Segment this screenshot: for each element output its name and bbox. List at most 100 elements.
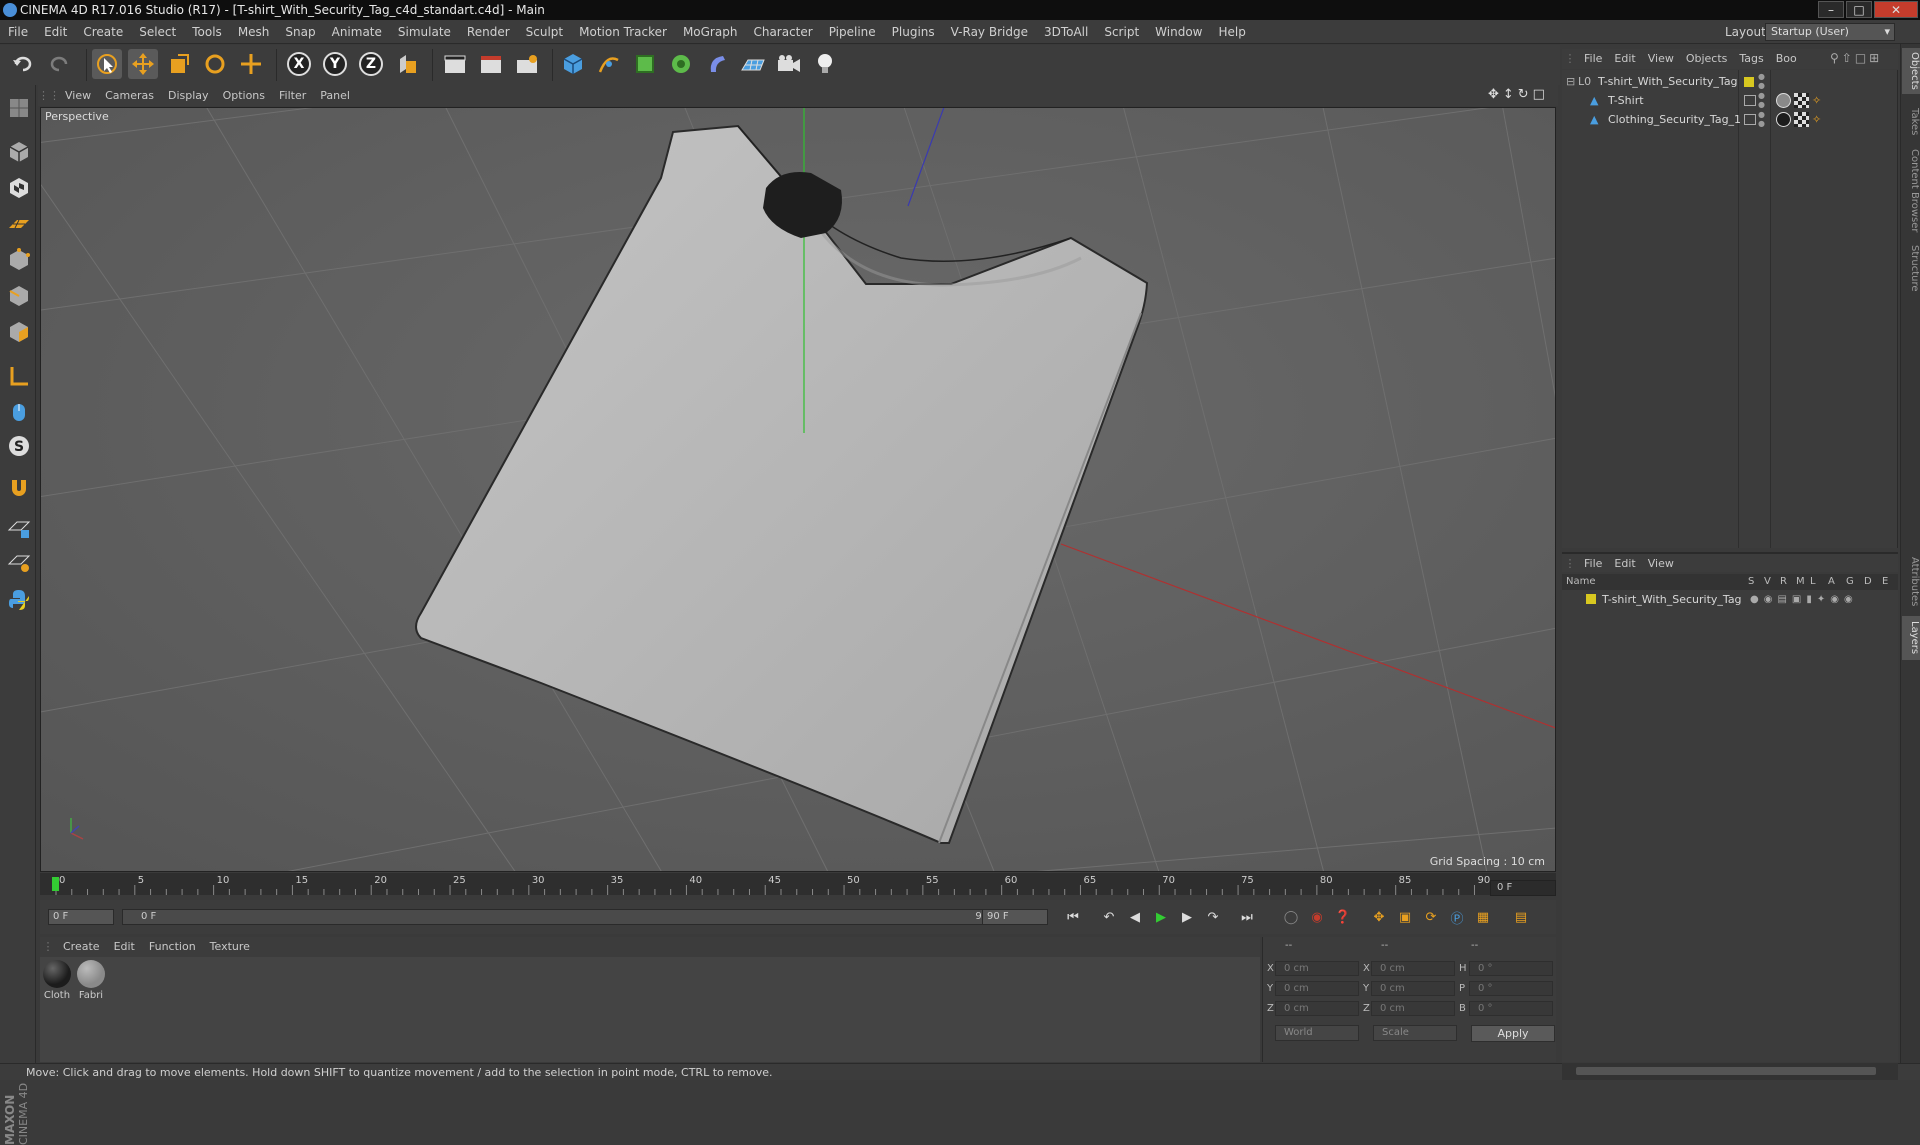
vp-menu-cameras[interactable]: Cameras — [98, 85, 161, 106]
go-to-start-button[interactable]: ⏮ — [1062, 906, 1084, 928]
mat-menu-function[interactable]: Function — [142, 937, 203, 957]
z-axis-lock[interactable]: Z — [356, 49, 386, 79]
close-button[interactable]: ✕ — [1874, 1, 1918, 18]
collapse-toggle-icon[interactable]: ⊟ — [1566, 72, 1575, 91]
scale-tool[interactable] — [164, 49, 194, 79]
snap-button[interactable] — [4, 473, 34, 503]
menu-mograph[interactable]: MoGraph — [675, 20, 746, 44]
tab-objects[interactable]: Objects — [1902, 48, 1920, 94]
menu-pipeline[interactable]: Pipeline — [821, 20, 884, 44]
python-button[interactable] — [4, 585, 34, 615]
go-to-previous-key-button[interactable]: ↶ — [1098, 906, 1120, 928]
vp-menu-view[interactable]: View — [58, 85, 98, 106]
phong-tag-icon[interactable]: ✧ — [1812, 91, 1821, 110]
rot-p-field[interactable]: 0 ° — [1469, 981, 1553, 996]
tab-structure[interactable]: Structure — [1902, 240, 1920, 296]
menu-select[interactable]: Select — [131, 20, 184, 44]
render-picture-viewer-button[interactable] — [476, 49, 506, 79]
tweak-mode-button[interactable] — [4, 397, 34, 427]
coordinate-system-button[interactable] — [392, 49, 422, 79]
timeline-playhead[interactable] — [52, 877, 59, 891]
scale-key-toggle[interactable]: ▣ — [1394, 906, 1416, 928]
render-view-button[interactable] — [440, 49, 470, 79]
menu-script[interactable]: Script — [1096, 20, 1147, 44]
om-menu-view[interactable]: View — [1642, 49, 1680, 69]
add-spline-button[interactable] — [594, 49, 624, 79]
position-key-toggle[interactable]: ✥ — [1368, 906, 1390, 928]
vp-menu-panel[interactable]: Panel — [313, 85, 357, 106]
timeline-layout-button[interactable]: ▤ — [1510, 906, 1532, 928]
menu-character[interactable]: Character — [745, 20, 820, 44]
material-tag-icon[interactable] — [1776, 112, 1791, 127]
layer-tag-icon[interactable] — [1744, 95, 1756, 106]
step-forward-button[interactable]: ▶ — [1176, 906, 1198, 928]
rot-b-field[interactable]: 0 ° — [1469, 1001, 1553, 1016]
menu-vray-bridge[interactable]: V-Ray Bridge — [943, 20, 1036, 44]
layer-row[interactable]: T-shirt_With_Security_Tag ●◉▤▣▮✦◉◉ — [1562, 590, 1898, 609]
autokey-button[interactable]: ◉ — [1306, 906, 1328, 928]
undo-button[interactable] — [8, 49, 38, 79]
go-to-end-button[interactable]: ⏭ — [1236, 906, 1258, 928]
menu-3dtoall[interactable]: 3DToAll — [1036, 20, 1096, 44]
om-menu-bookmarks[interactable]: Boo — [1770, 49, 1803, 69]
move-tool[interactable] — [128, 49, 158, 79]
preview-range-slider[interactable]: 0 F 90 F — [122, 909, 1012, 925]
axis-mode-button[interactable] — [4, 361, 34, 391]
maximize-button[interactable]: □ — [1846, 1, 1872, 18]
vp-menu-display[interactable]: Display — [161, 85, 216, 106]
rotate-tool[interactable] — [200, 49, 230, 79]
menu-help[interactable]: Help — [1210, 20, 1253, 44]
coordinate-mode-select[interactable]: World — [1275, 1025, 1359, 1041]
tab-layers[interactable]: Layers — [1902, 616, 1920, 660]
vp-menu-options[interactable]: Options — [216, 85, 272, 106]
render-settings-button[interactable] — [512, 49, 542, 79]
mat-menu-create[interactable]: Create — [56, 937, 107, 957]
menu-mesh[interactable]: Mesh — [230, 20, 278, 44]
tab-content-browser[interactable]: Content Browser — [1902, 146, 1920, 236]
live-selection-tool[interactable] — [92, 49, 122, 79]
layout-select[interactable]: Startup (User) ▾ — [1765, 23, 1895, 41]
tab-attributes[interactable]: Attributes — [1902, 552, 1920, 612]
object-row[interactable]: ▲ Clothing_Security_Tag_1 ● ● ✧ — [1562, 110, 1898, 129]
record-keys-button[interactable]: ◯ — [1280, 906, 1302, 928]
add-generator-button[interactable] — [630, 49, 660, 79]
size-y-field[interactable]: 0 cm — [1371, 981, 1455, 996]
menu-tools[interactable]: Tools — [184, 20, 230, 44]
om-search-nav-icons[interactable]: ⚲⇧□⊞ — [1830, 51, 1882, 65]
locked-workplane-button[interactable] — [4, 547, 34, 577]
size-x-field[interactable]: 0 cm — [1371, 961, 1455, 976]
tab-takes[interactable]: Takes — [1902, 102, 1920, 142]
visibility-dots-icon[interactable]: ● ● — [1758, 91, 1765, 109]
menu-simulate[interactable]: Simulate — [390, 20, 459, 44]
add-floor-button[interactable] — [738, 49, 768, 79]
step-back-button[interactable]: ◀ — [1124, 906, 1146, 928]
layer-tag-icon[interactable] — [1744, 114, 1756, 125]
vp-menu-filter[interactable]: Filter — [272, 85, 313, 106]
object-row[interactable]: ⊟ L0 T-shirt_With_Security_Tag ● ● — [1562, 72, 1898, 91]
add-camera-button[interactable] — [774, 49, 804, 79]
om-menu-objects[interactable]: Objects — [1680, 49, 1734, 69]
scrollbar-thumb[interactable] — [1576, 1067, 1876, 1075]
size-mode-select[interactable]: Scale — [1373, 1025, 1457, 1041]
add-cube-button[interactable] — [558, 49, 588, 79]
lm-menu-file[interactable]: File — [1578, 554, 1608, 574]
go-to-next-key-button[interactable]: ↷ — [1202, 906, 1224, 928]
timeline-ruler[interactable]: 0 5 10 15 20 25 30 35 40 45 50 55 60 65 70 75 80 85 90 — [40, 873, 1556, 895]
material-tag-icon[interactable] — [1776, 93, 1791, 108]
3d-viewport[interactable]: Perspective Grid Spacing : 10 cm — [40, 107, 1556, 872]
pos-y-field[interactable]: 0 cm — [1275, 981, 1359, 996]
menu-snap[interactable]: Snap — [277, 20, 323, 44]
apply-button[interactable]: Apply — [1471, 1025, 1555, 1042]
solo-mode-button[interactable]: S — [4, 431, 34, 461]
size-z-field[interactable]: 0 cm — [1371, 1001, 1455, 1016]
polygons-mode-button[interactable] — [4, 317, 34, 347]
menu-render[interactable]: Render — [459, 20, 518, 44]
visibility-dots-icon[interactable]: ● ● — [1758, 110, 1765, 128]
end-frame-field[interactable]: 90 F — [982, 909, 1048, 925]
rot-h-field[interactable]: 0 ° — [1469, 961, 1553, 976]
material-swatch[interactable]: Cloth — [42, 960, 72, 1001]
make-editable-button[interactable] — [4, 93, 34, 123]
layer-flag-icons[interactable]: ●◉▤▣▮✦◉◉ — [1750, 590, 1858, 609]
enable-workplane-button[interactable] — [4, 513, 34, 543]
add-light-button[interactable] — [810, 49, 840, 79]
